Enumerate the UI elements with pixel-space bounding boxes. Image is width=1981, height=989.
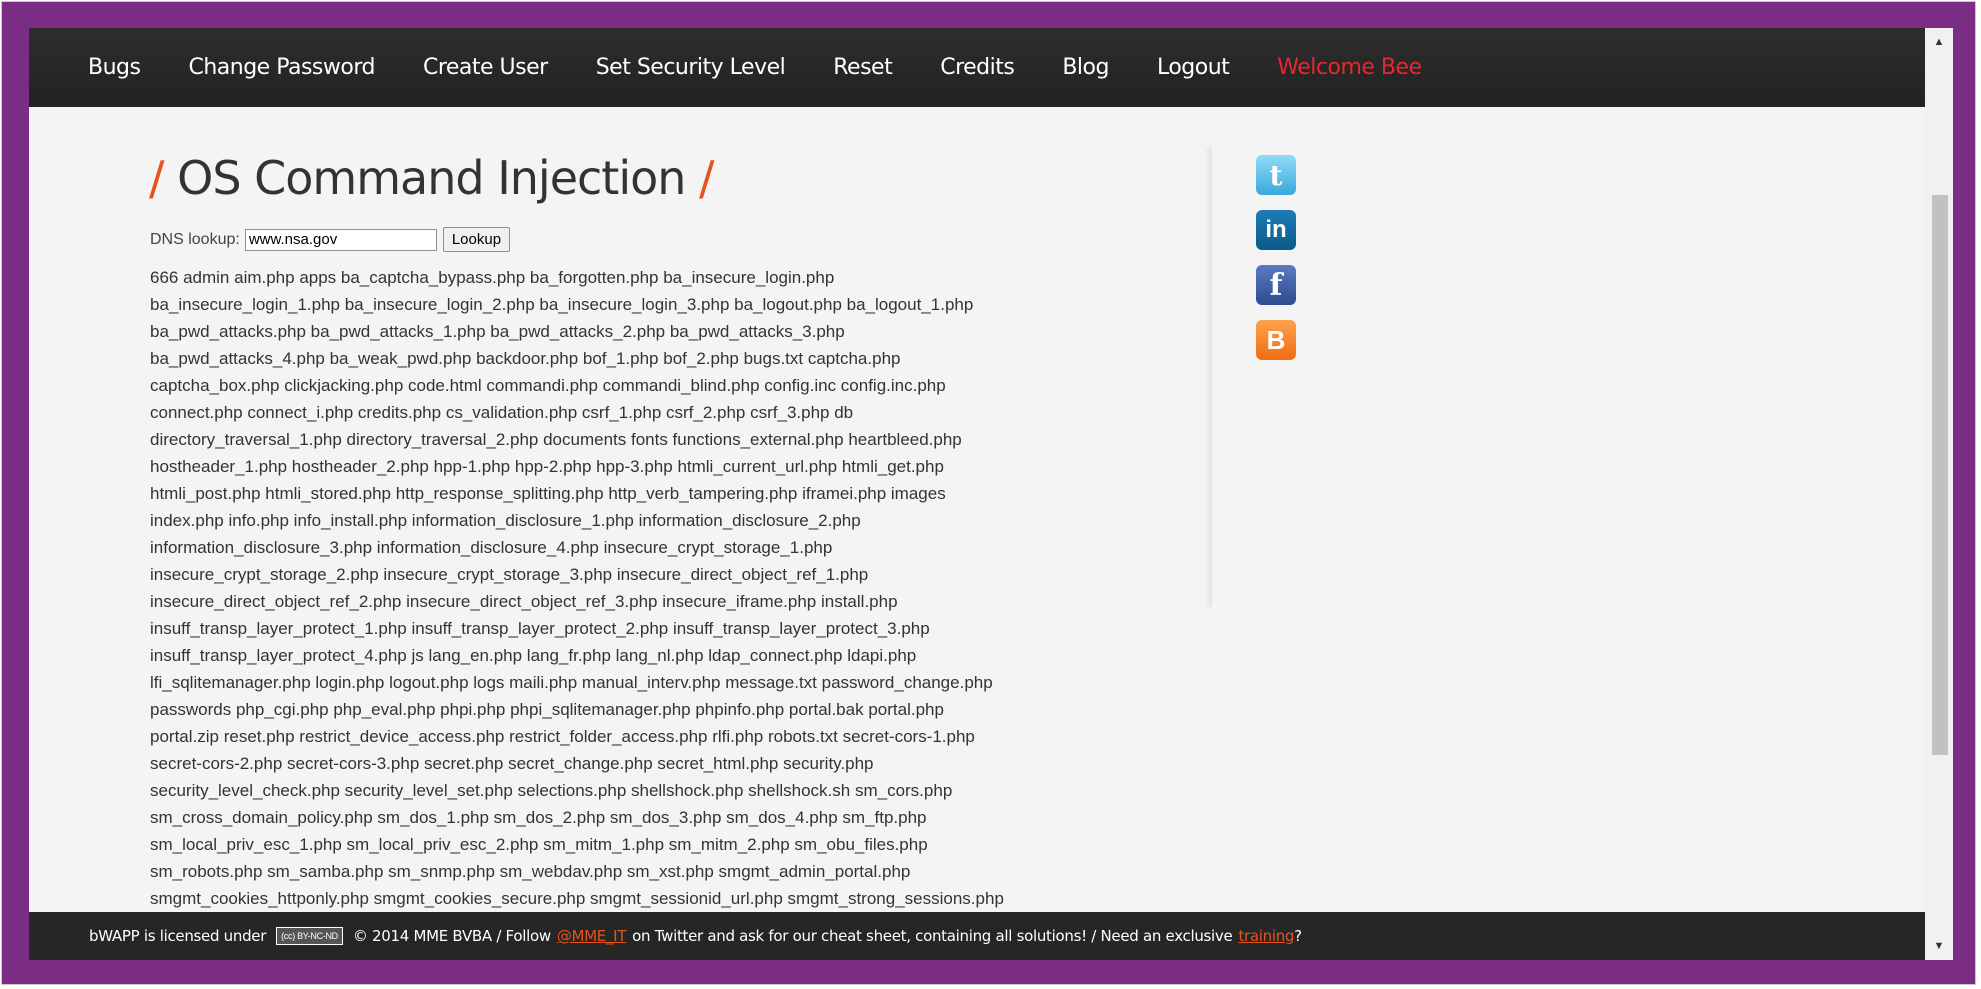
output-line: ba_pwd_attacks_4.php ba_weak_pwd.php bac…: [150, 349, 901, 368]
main-content: / OS Command Injection / DNS lookup: Loo…: [29, 107, 1925, 936]
output-line: insecure_direct_object_ref_2.php insecur…: [150, 592, 898, 611]
nav-reset[interactable]: Reset: [833, 55, 892, 80]
output-line: directory_traversal_1.php directory_trav…: [150, 430, 962, 449]
dns-lookup-input[interactable]: [244, 228, 437, 251]
command-output: 666 admin aim.php apps ba_captcha_bypass…: [150, 264, 1090, 912]
nav-logout[interactable]: Logout: [1157, 55, 1230, 80]
output-line: connect.php connect_i.php credits.php cs…: [150, 403, 854, 422]
footer-question-mark: ?: [1294, 927, 1302, 945]
output-line: insecure_crypt_storage_2.php insecure_cr…: [150, 565, 869, 584]
footer-copyright: © 2014 MME BVBA / Follow: [352, 927, 551, 945]
welcome-user: Welcome Bee: [1277, 55, 1422, 80]
output-line: passwords php_cgi.php php_eval.php phpi.…: [150, 700, 944, 719]
nav-create-user[interactable]: Create User: [423, 55, 548, 80]
browser-frame: Bugs Change Password Create User Set Sec…: [1, 1, 1976, 985]
page-footer: bWAPP is licensed under (cc) BY-NC-ND © …: [29, 912, 1925, 960]
output-line: information_disclosure_3.php information…: [150, 538, 833, 557]
output-line: security_level_check.php security_level_…: [150, 781, 953, 800]
output-line: sm_cross_domain_policy.php sm_dos_1.php …: [150, 808, 927, 827]
scrollbar-thumb[interactable]: [1932, 195, 1948, 755]
output-line: ba_pwd_attacks.php ba_pwd_attacks_1.php …: [150, 322, 845, 341]
footer-license-text: bWAPP is licensed under: [89, 927, 267, 945]
blogger-icon[interactable]: B: [1256, 320, 1296, 360]
output-line: hostheader_1.php hostheader_2.php hpp-1.…: [150, 457, 944, 476]
dns-lookup-form: DNS lookup: Lookup: [150, 227, 511, 252]
output-line: captcha_box.php clickjacking.php code.ht…: [150, 376, 946, 395]
nav-bugs[interactable]: Bugs: [88, 55, 141, 80]
cc-license-badge[interactable]: (cc) BY-NC-ND: [276, 927, 343, 945]
output-line: sm_local_priv_esc_1.php sm_local_priv_es…: [150, 835, 928, 854]
output-line: htmli_post.php htmli_stored.php http_res…: [150, 484, 946, 503]
top-navbar: Bugs Change Password Create User Set Sec…: [29, 28, 1925, 107]
nav-blog[interactable]: Blog: [1062, 55, 1109, 80]
output-line: portal.zip reset.php restrict_device_acc…: [150, 727, 975, 746]
page-title-text: OS Command Injection: [177, 151, 686, 205]
title-slash-left: /: [149, 151, 164, 205]
nav-change-password[interactable]: Change Password: [188, 55, 375, 80]
output-line: 666 admin aim.php apps ba_captcha_bypass…: [150, 268, 835, 287]
lookup-button[interactable]: Lookup: [442, 227, 511, 252]
output-line: sm_robots.php sm_samba.php sm_snmp.php s…: [150, 862, 911, 881]
output-line: index.php info.php info_install.php info…: [150, 511, 861, 530]
footer-cheatsheet-text: on Twitter and ask for our cheat sheet, …: [632, 927, 1233, 945]
output-line: ba_insecure_login_1.php ba_insecure_logi…: [150, 295, 974, 314]
output-line: insuff_transp_layer_protect_4.php js lan…: [150, 646, 917, 665]
output-line: lfi_sqlitemanager.php login.php logout.p…: [150, 673, 993, 692]
sidebar-divider: [1204, 147, 1212, 607]
scroll-down-arrow-icon[interactable]: ▼: [1925, 936, 1953, 956]
output-line: insuff_transp_layer_protect_1.php insuff…: [150, 619, 930, 638]
nav-credits[interactable]: Credits: [940, 55, 1015, 80]
nav-set-security-level[interactable]: Set Security Level: [596, 55, 786, 80]
page-title: / OS Command Injection /: [149, 151, 714, 205]
output-line: smgmt_cookies_httponly.php smgmt_cookies…: [150, 889, 1004, 908]
facebook-icon[interactable]: f: [1256, 265, 1296, 305]
scroll-up-arrow-icon[interactable]: ▲: [1925, 32, 1953, 52]
twitter-handle-link[interactable]: @MME_IT: [557, 927, 627, 945]
output-line: secret-cors-2.php secret-cors-3.php secr…: [150, 754, 874, 773]
vertical-scrollbar[interactable]: ▲ ▼: [1925, 28, 1953, 960]
title-slash-right: /: [699, 151, 714, 205]
dns-lookup-label: DNS lookup:: [150, 230, 240, 248]
twitter-icon[interactable]: t: [1256, 155, 1296, 195]
page-viewport: Bugs Change Password Create User Set Sec…: [29, 28, 1953, 960]
linkedin-icon[interactable]: in: [1256, 210, 1296, 250]
training-link[interactable]: training: [1238, 927, 1294, 945]
